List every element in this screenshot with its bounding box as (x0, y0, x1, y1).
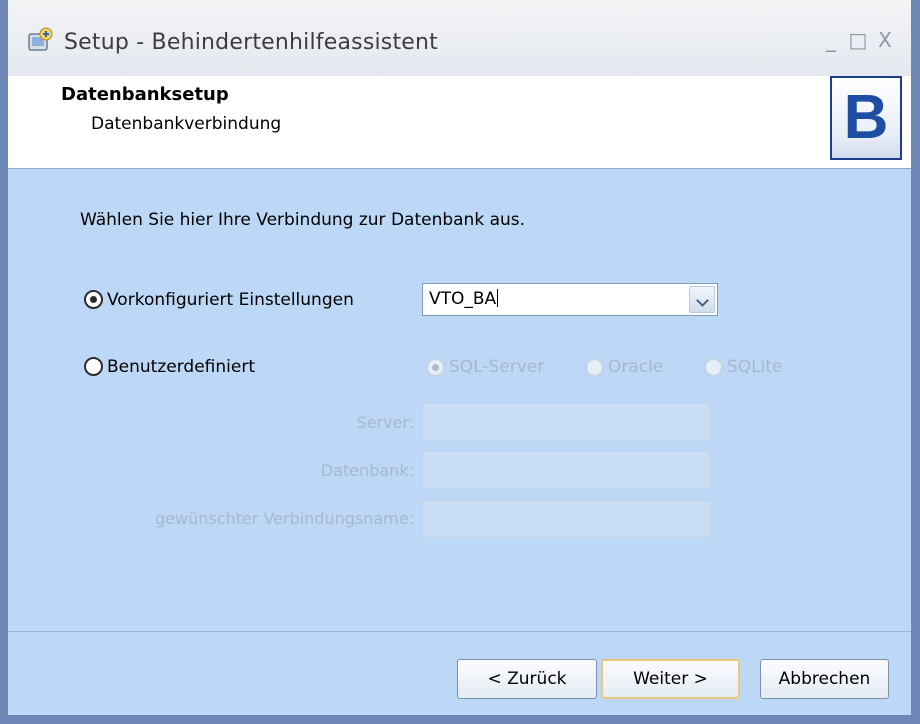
sqlite-label: SQLite (727, 357, 783, 377)
page-subtitle: Datenbankverbindung (91, 114, 282, 134)
intro-text: Wählen Sie hier Ihre Verbindung zur Date… (80, 210, 526, 230)
wizard-content: Wählen Sie hier Ihre Verbindung zur Date… (8, 169, 911, 625)
custom-radio[interactable] (84, 357, 103, 376)
app-logo: B (830, 76, 902, 160)
window-title: Setup - Behindertenhilfeassistent (64, 30, 438, 55)
back-button[interactable]: < Zurück (457, 659, 597, 699)
database-label: Datenbank: (320, 461, 414, 480)
wizard-footer: < Zurück Weiter > Abbrechen (8, 632, 911, 715)
custom-label[interactable]: Benutzerdefiniert (107, 357, 255, 377)
connection-name-label: gewünschter Verbindungsname: (155, 509, 414, 528)
sql-server-radio[interactable] (426, 358, 445, 377)
database-input[interactable] (422, 451, 711, 489)
page-title: Datenbanksetup (61, 84, 229, 105)
sql-server-label: SQL-Server (449, 357, 545, 377)
next-button[interactable]: Weiter > (601, 659, 740, 699)
connection-select[interactable]: VTO_BA (422, 283, 718, 316)
cancel-button[interactable]: Abbrechen (760, 659, 889, 699)
preconfigured-label[interactable]: Vorkonfiguriert Einstellungen (107, 290, 354, 310)
wizard-header: Datenbanksetup Datenbankverbindung B (8, 76, 911, 169)
sqlite-radio[interactable] (704, 358, 723, 377)
minimize-button[interactable]: _ (820, 25, 842, 55)
title-bar[interactable]: Setup - Behindertenhilfeassistent _ □ X (8, 0, 911, 76)
connection-name-input[interactable] (422, 500, 711, 538)
logo-letter: B (843, 83, 889, 152)
maximize-button[interactable]: □ (847, 25, 869, 55)
connection-select-value: VTO_BA (429, 289, 497, 309)
setup-app-icon (28, 27, 53, 51)
setup-window: Setup - Behindertenhilfeassistent _ □ X … (0, 0, 920, 724)
preconfigured-radio[interactable] (84, 290, 103, 309)
server-label: Server: (356, 413, 414, 432)
close-button[interactable]: X (874, 25, 896, 55)
chevron-down-icon[interactable] (689, 286, 715, 313)
oracle-radio[interactable] (585, 358, 604, 377)
oracle-label: Oracle (608, 357, 664, 377)
server-input[interactable] (422, 403, 711, 441)
